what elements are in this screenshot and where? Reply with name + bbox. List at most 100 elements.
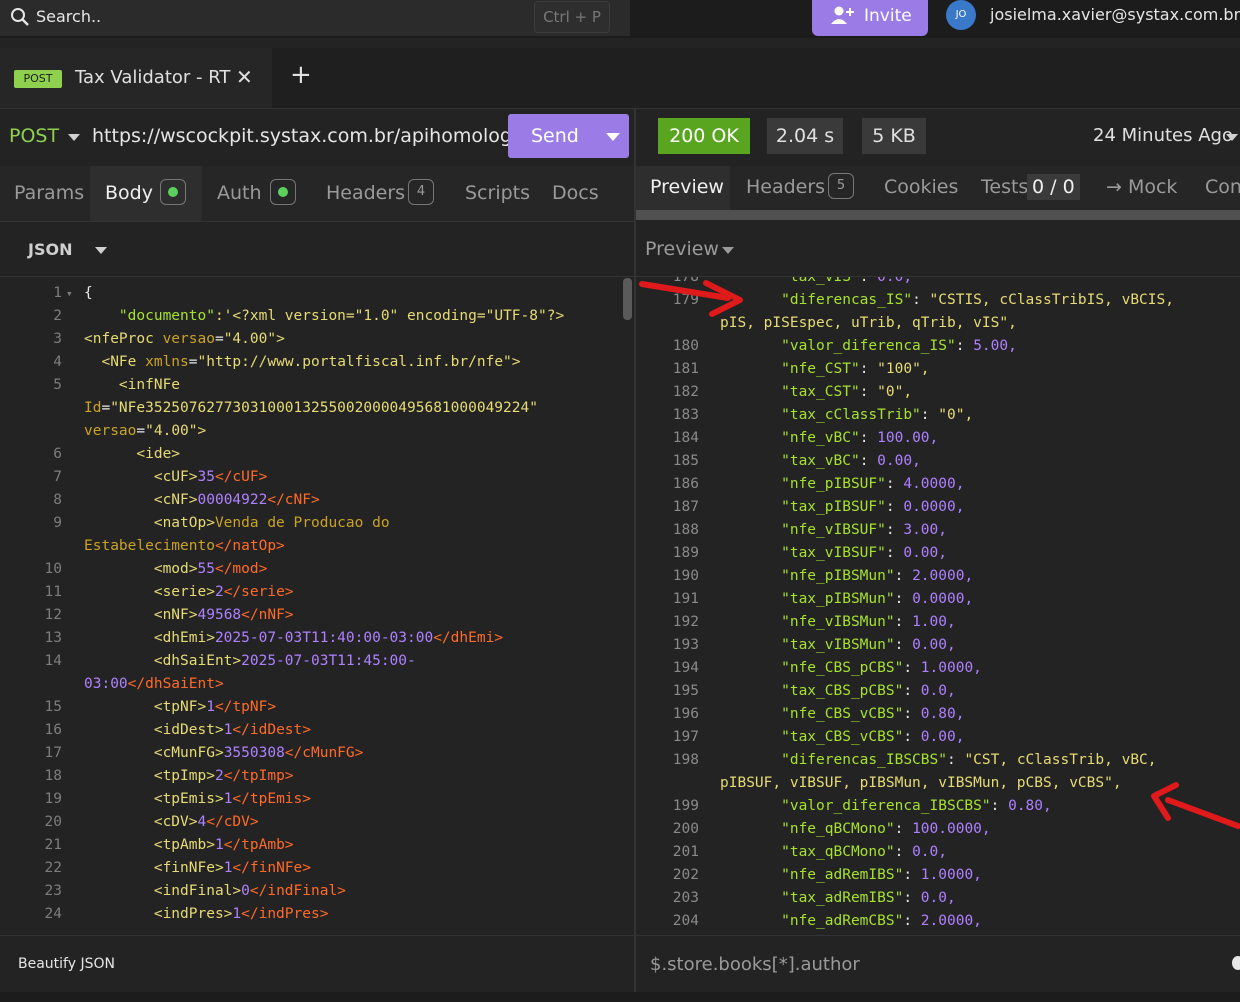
tab-body[interactable]: Body: [105, 182, 153, 204]
fold-chevron-icon[interactable]: ▾: [66, 287, 73, 300]
line-number: 186: [672, 476, 699, 492]
user-email[interactable]: josielma.xavier@systax.com.br: [990, 5, 1240, 24]
tab-mock[interactable]: → Mock: [1106, 176, 1177, 198]
json-line: "diferencas_IBSCBS": "CST, cClassTrib, v…: [781, 752, 1157, 768]
body-format-select[interactable]: JSON: [28, 240, 72, 259]
code-line: <tpNF>1</tpNF>: [84, 699, 277, 715]
response-preview[interactable]: 178 "tax_vIS": 0.0, 179 "diferencas_IS": …: [636, 277, 1240, 934]
response-filter-input[interactable]: $.store.books[*].author: [650, 954, 860, 975]
preview-mode-select[interactable]: Preview: [645, 238, 719, 260]
request-tab[interactable]: POST Tax Validator - RT ✕: [0, 48, 272, 108]
line-number: 15: [44, 699, 62, 715]
close-icon[interactable]: ✕: [236, 65, 253, 89]
code-line: <serie>2</serie>: [84, 584, 294, 600]
line-number: 5: [53, 377, 62, 393]
editor-footer: Beautify JSON: [0, 935, 634, 992]
line-number: 195: [672, 683, 699, 699]
beautify-json-button[interactable]: Beautify JSON: [18, 956, 115, 972]
chevron-down-icon[interactable]: [95, 247, 107, 254]
help-icon[interactable]: [1232, 956, 1240, 970]
tab-auth[interactable]: Auth: [217, 182, 262, 204]
avatar[interactable]: JO: [946, 0, 976, 30]
code-line: <indFinal>0</indFinal>: [84, 883, 346, 899]
body-format-bar: JSON: [0, 223, 634, 277]
preview-mode-bar: Preview: [636, 223, 1240, 277]
status-strip: [0, 992, 1240, 1002]
code-line: <cMunFG>3550308</cMunFG>: [84, 745, 364, 761]
line-number: 185: [672, 453, 699, 469]
code-line: <tpAmb>1</tpAmb>: [84, 837, 294, 853]
line-number: 178: [672, 277, 699, 285]
line-number: 20: [44, 814, 62, 830]
line-number: 23: [44, 883, 62, 899]
tab-cookies[interactable]: Cookies: [884, 176, 958, 198]
chevron-down-icon[interactable]: [722, 247, 734, 254]
json-line: "nfe_CBS_pCBS": 1.0000,: [781, 660, 982, 676]
line-number: 8: [53, 492, 62, 508]
tab-preview[interactable]: Preview: [650, 176, 724, 198]
add-tab-button[interactable]: +: [290, 60, 312, 90]
line-number: 199: [672, 798, 699, 814]
line-number: 11: [44, 584, 62, 600]
line-number: 202: [672, 867, 699, 883]
json-line: "tax_vIS": 0.0,: [781, 277, 913, 285]
code-line: {: [84, 285, 93, 301]
response-filter-bar: $.store.books[*].author: [636, 935, 1240, 992]
line-number: 194: [672, 660, 699, 676]
tab-headers[interactable]: Headers: [326, 182, 405, 204]
json-line: "tax_pIBSUF": 0.0000,: [781, 499, 965, 515]
line-number: 191: [672, 591, 699, 607]
line-number: 180: [672, 338, 699, 354]
line-number: 181: [672, 361, 699, 377]
line-number: 24: [44, 906, 62, 922]
line-number: 2: [53, 308, 62, 324]
url-input[interactable]: https://wscockpit.systax.com.br/apihomol…: [92, 125, 508, 147]
tab-tests[interactable]: Tests: [981, 176, 1028, 198]
tab-params[interactable]: Params: [14, 182, 84, 204]
json-line: "nfe_CST": "100",: [781, 361, 930, 377]
code-line: versao="4.00">: [84, 423, 207, 439]
line-number: 7: [53, 469, 62, 485]
line-number: 10: [44, 561, 62, 577]
tab-console[interactable]: Con: [1205, 176, 1240, 198]
line-number: 198: [672, 752, 699, 768]
search-bar[interactable]: Search.. Ctrl + P: [0, 0, 630, 36]
json-line: "tax_CBS_vCBS": 0.00,: [781, 729, 965, 745]
line-number: 4: [53, 354, 62, 370]
code-line: <tpImp>2</tpImp>: [84, 768, 294, 784]
invite-button[interactable]: Invite: [812, 0, 928, 36]
code-line: <tpEmis>1</tpEmis>: [84, 791, 311, 807]
line-number: 197: [672, 729, 699, 745]
code-line: 03:00</dhSaiEnt>: [84, 676, 224, 692]
chevron-down-icon[interactable]: [1226, 134, 1238, 141]
line-number: 190: [672, 568, 699, 584]
tab-response-headers[interactable]: Headers: [746, 176, 825, 198]
response-tabs: Preview Headers 5 Cookies Tests 0 / 0 → …: [636, 166, 1240, 210]
line-number: 196: [672, 706, 699, 722]
chevron-down-icon[interactable]: [68, 134, 80, 141]
code-line: <infNFe: [84, 377, 181, 393]
code-line: <natOp>Venda de Producao do: [84, 515, 390, 531]
vertical-scrollbar[interactable]: [623, 278, 632, 320]
json-line: "nfe_qBCMono": 100.0000,: [781, 821, 991, 837]
method-select[interactable]: POST: [9, 125, 59, 147]
body-status-dot-icon: [160, 179, 186, 205]
horizontal-scrollbar[interactable]: [636, 210, 1240, 220]
json-line: "nfe_pIBSMun": 2.0000,: [781, 568, 974, 584]
code-line: <indPres>1</indPres>: [84, 906, 329, 922]
code-line: <cDV>4</cDV>: [84, 814, 259, 830]
json-line: "diferencas_IS": "CSTIS, cClassTribIS, v…: [781, 292, 1174, 308]
response-headers-count-badge: 5: [828, 173, 854, 199]
search-placeholder: Search..: [36, 7, 102, 26]
json-line: "valor_diferenca_IS": 5.00,: [781, 338, 1017, 354]
tab-docs[interactable]: Docs: [552, 182, 599, 204]
line-number: 14: [44, 653, 62, 669]
tab-scripts[interactable]: Scripts: [465, 182, 530, 204]
send-options-chevron-icon[interactable]: [606, 133, 620, 141]
search-shortcut: Ctrl + P: [534, 1, 610, 33]
body-editor[interactable]: 1 2 3 4 5 6 7 8 9 10 11 12 13 14 15 16 17 18 19 20 21 22 23 24 …: [0, 277, 634, 934]
line-number: 13: [44, 630, 62, 646]
line-number: 200: [672, 821, 699, 837]
send-button[interactable]: Send: [508, 114, 629, 158]
response-history[interactable]: 24 Minutes Ago: [1093, 125, 1233, 146]
